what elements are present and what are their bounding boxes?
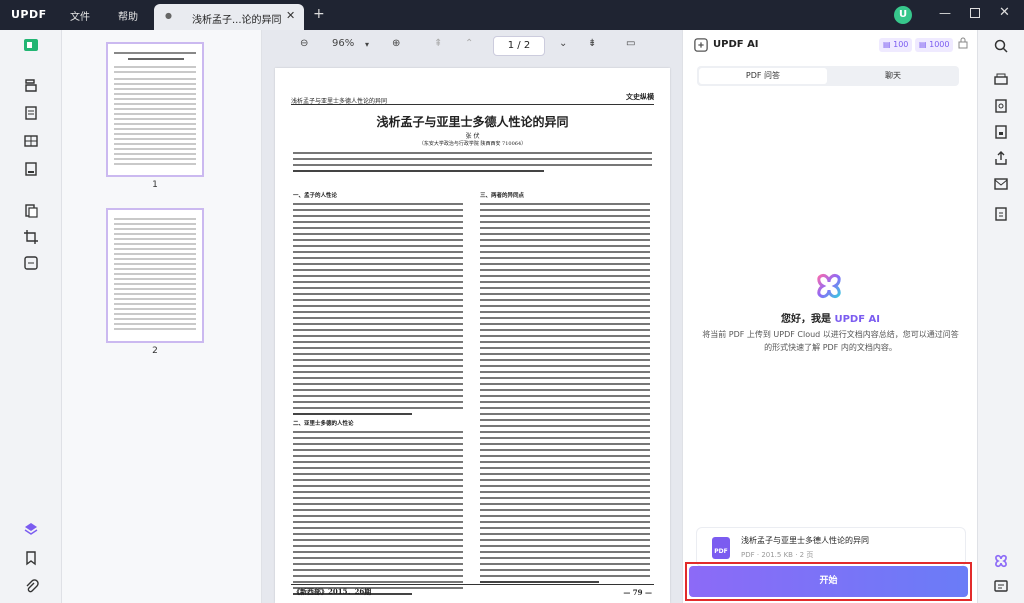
text-column-right: 三、两者的异同点 [480,188,650,583]
tab-pdf-qa[interactable]: PDF 问答 [699,68,827,84]
maximize-icon[interactable] [970,8,980,18]
article-title: 浅析孟子与亚里士多德人性论的异同 [376,115,569,129]
lock-icon[interactable] [958,37,968,52]
print-icon[interactable] [993,72,1009,88]
page-footer-journal: 《新西部》2015．26期 [293,587,372,596]
file-meta: PDF · 201.5 KB · 2 页 [741,551,814,559]
credit-count: 1000 [929,40,950,49]
search-icon[interactable] [993,38,1009,54]
bookmark-icon[interactable] [22,549,40,567]
page-number-field[interactable]: 1 / 2 [493,36,545,56]
attachment-icon[interactable] [22,577,40,595]
page-footer-number: — 79 — [623,588,652,597]
article-abstract [293,152,652,182]
article-affiliation: （东安大学政治与行政学院 陕西西安 710064） [418,141,527,147]
form-icon[interactable] [22,160,40,178]
zoom-dropdown-icon[interactable]: ▾ [365,40,369,49]
pdf-file-icon: PDF [712,537,730,559]
ai-logo-icon [694,38,708,55]
tab-dot-icon: ● [165,11,172,20]
page-thumbnail-1[interactable] [106,42,204,177]
close-window-icon[interactable]: ✕ [999,5,1010,20]
thumbnail-panel: 1 2 [62,30,262,603]
convert-icon[interactable] [22,202,40,220]
layers-icon[interactable] [22,520,40,538]
next-page-icon[interactable]: ⌄ [559,38,567,49]
tab-title: 浅析孟子...论的异同 [192,15,282,26]
greeting-brand: UPDF AI [834,314,880,325]
thumbnail-label-2: 2 [152,346,158,356]
menu-help[interactable]: 帮助 [118,8,138,23]
article-author: 张 伏 [465,133,480,140]
presentation-icon[interactable]: ▭ [626,38,635,49]
save-icon[interactable] [993,206,1009,222]
zoom-level[interactable]: 96% [332,38,354,49]
ai-description: 将当前 PDF 上传到 UPDF Cloud 以进行文档内容总结，您可以通过问答… [702,330,959,352]
crop-icon[interactable] [22,228,40,246]
attached-file-card[interactable]: PDF 浅析孟子与亚里士多德人性论的异同 PDF · 201.5 KB · 2 … [696,527,966,567]
batch-icon[interactable] [22,254,40,272]
greeting-text: 您好，我是 [780,314,831,325]
pdf-page: 浅析孟子与亚里士多德人性论的异同 文史纵横 浅析孟子与亚里士多德人性论的异同 张… [275,68,670,603]
ai-mode-switch: PDF 问答 聊天 [697,66,959,86]
minimize-icon[interactable]: — [939,6,951,20]
header-rule [291,104,654,105]
ocr-icon[interactable] [993,98,1009,114]
share-icon[interactable] [993,150,1009,166]
credit-badge: ▤ 1000 [915,38,954,52]
page-thumbnail-2[interactable] [106,208,204,343]
ai-greeting: 您好，我是 UPDF AI [683,310,978,325]
app-logo: UPDF [11,8,47,21]
ai-panel-title: UPDF AI [713,39,759,50]
viewer-toolbar: ⊖ 96% ▾ ⊕ ⇞ ⌃ 1 / 2 ⌄ ⇟ ▭ [262,30,682,62]
menu-file[interactable]: 文件 [70,8,90,23]
first-page-icon[interactable]: ⇞ [434,38,442,49]
organize-pages-icon[interactable] [22,132,40,150]
ai-hero-icon [813,270,845,302]
comment-icon[interactable] [22,76,40,94]
document-viewer: ⊖ 96% ▾ ⊕ ⇞ ⌃ 1 / 2 ⌄ ⇟ ▭ 浅析孟子与亚里士多德人性论的… [262,30,682,603]
email-icon[interactable] [993,176,1009,192]
user-avatar[interactable]: U [894,6,912,24]
footer-rule [291,584,654,585]
file-name: 浅析孟子与亚里士多德人性论的异同 [741,536,869,545]
page-column-label: 文史纵横 [626,92,654,101]
right-toolbar [977,30,1024,603]
left-toolbar [0,30,62,603]
new-tab-icon[interactable]: + [313,6,325,22]
edit-pdf-icon[interactable] [22,104,40,122]
start-button[interactable]: 开始 [689,566,968,597]
prev-page-icon[interactable]: ⌃ [465,38,473,49]
credit-count: 100 [893,40,909,49]
credit-badge: ▤ 100 [879,38,913,52]
zoom-in-icon[interactable]: ⊕ [392,38,400,49]
last-page-icon[interactable]: ⇟ [588,38,596,49]
zoom-out-icon[interactable]: ⊖ [300,38,308,49]
credit-icon: ▤ [919,40,927,49]
thumbnail-label-1: 1 [152,180,158,190]
tab-close-icon[interactable]: ✕ [286,9,295,22]
ai-assistant-panel: UPDF AI ▤ 100 ▤ 1000 PDF 问答 聊天 您好，我是 UPD… [682,30,977,603]
tab-chat[interactable]: 聊天 [829,68,957,84]
start-button-highlight: 开始 [685,562,972,601]
credit-icon: ▤ [883,40,891,49]
section-heading: 二、亚里士多德的人性论 [293,421,354,427]
ai-assistant-icon[interactable] [993,553,1009,569]
title-bar: UPDF 文件 帮助 ● 浅析孟子...论的异同 ✕ + U — ✕ [0,0,1024,30]
reader-mode-icon[interactable] [22,36,40,54]
protect-icon[interactable] [993,124,1009,140]
comments-panel-icon[interactable] [993,579,1009,595]
section-heading: 三、两者的异同点 [480,193,525,199]
text-column-left: 一、孟子的人性论 二、亚里士多德的人性论 [293,188,463,595]
section-heading: 一、孟子的人性论 [293,193,338,199]
document-tab[interactable]: ● 浅析孟子...论的异同 ✕ [154,4,304,30]
